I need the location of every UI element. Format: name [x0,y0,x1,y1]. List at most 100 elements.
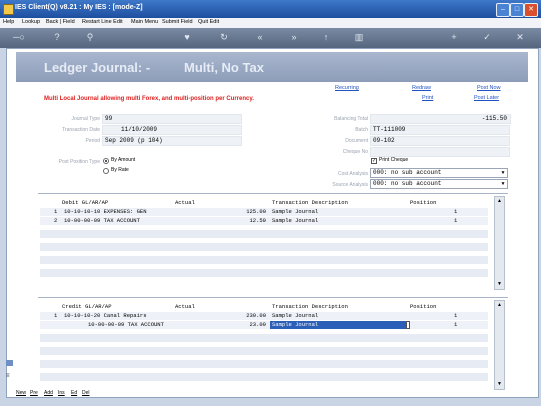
account-cell[interactable]: 10-00-00-09 TAX ACCOUNT [64,217,140,225]
upload-icon[interactable]: ↑ [319,32,333,43]
refresh-icon[interactable]: ↻ [217,32,231,43]
grip-icon[interactable]: ≡ [6,373,13,379]
description-cell[interactable]: Sample Journal [272,312,318,320]
actual-cell[interactable]: 12.50 [202,217,266,225]
menu-restart-line-edit[interactable]: Restart Line Edit [82,19,123,25]
scroll-down-icon[interactable]: ▼ [496,381,503,388]
page-title: Ledger Journal: - [44,60,151,75]
table-row[interactable]: 10-00-00-09 TAX ACCOUNT 23.00 Sample Jou… [40,321,488,329]
source-analysis-select[interactable]: 000: no sub account ▼ [370,179,508,189]
position-cell[interactable]: 1 [454,217,457,225]
actual-cell[interactable]: 230.00 [202,312,266,320]
maximize-button[interactable]: □ [510,3,524,17]
by-rate-radio[interactable] [103,168,109,174]
menu-help[interactable]: Help [3,19,14,25]
chevron-down-icon[interactable]: ▼ [500,170,506,176]
post-later-link[interactable]: Post Later [474,95,499,101]
menu-main-menu[interactable]: Main Menu [131,19,158,25]
menu-submit-field[interactable]: Submit Field [162,19,193,25]
add-link[interactable]: Add [44,390,53,396]
description-cell[interactable]: Sample Journal [272,208,318,216]
menu-quit-edit[interactable]: Quit Edit [198,19,219,25]
trash-icon[interactable]: ▥ [352,32,366,43]
account-cell[interactable]: 10-10-10-10 EXPENSES: GEN [64,208,147,216]
row-number: 2 [54,217,58,224]
ed-link[interactable]: Ed [71,390,77,396]
table-row[interactable] [40,360,488,368]
credit-scrollbar[interactable]: ▲ ▼ [494,300,505,390]
page-subtitle: Multi, No Tax [184,60,264,75]
print-cheque-checkbox[interactable]: ✓ [371,158,377,164]
credit-col-position: Position [410,303,437,310]
source-analysis-value: 000: no sub account [373,180,442,187]
post-now-link[interactable]: Post Now [477,85,501,91]
divider [38,193,508,194]
account-cell[interactable]: 10-00-00-09 TAX ACCOUNT [88,321,164,329]
journal-type-field[interactable]: 99 [102,114,242,124]
table-row[interactable] [40,373,488,381]
pre-link[interactable]: Pre [30,390,38,396]
table-row[interactable] [40,230,488,238]
credit-grid-header: Credit GL/AR/AP Actual Transaction Descr… [40,302,488,311]
cheque-no-label: Cheque No [342,149,368,155]
position-cell[interactable]: 1 [454,321,457,329]
table-row[interactable] [40,243,488,251]
table-row[interactable] [40,334,488,342]
by-amount-radio[interactable] [103,158,109,164]
new-link[interactable]: New [16,390,26,396]
actual-cell[interactable]: 125.00 [202,208,266,216]
chevron-down-icon[interactable]: ▼ [500,181,506,187]
key-icon[interactable]: ─○ [8,32,30,43]
redraw-link[interactable]: Redraw [412,85,431,91]
check-icon[interactable]: ✓ [480,32,494,43]
cheque-no-field[interactable] [370,147,510,157]
period-field[interactable]: Sep 2009 (p 104) [102,136,242,146]
table-row[interactable]: 1 10-10-10-20 Canal Repairs 230.00 Sampl… [40,312,488,320]
debit-col-description: Transaction Description [272,199,348,206]
period-label: Period [85,138,100,144]
credit-grid: Credit GL/AR/AP Actual Transaction Descr… [40,302,488,388]
position-cell[interactable]: 1 [454,312,457,320]
table-row[interactable] [40,347,488,355]
debit-scrollbar[interactable]: ▲ ▼ [494,196,505,290]
menu-back-field[interactable]: Back | Field [46,19,75,25]
transaction-date-field[interactable]: 11/10/2009 [102,125,242,135]
position-cell[interactable]: 1 [454,208,457,216]
actual-cell[interactable]: 23.00 [202,321,266,329]
ins-link[interactable]: Ins [58,390,65,396]
menu-lookup[interactable]: Lookup [22,19,40,25]
scroll-up-icon[interactable]: ▲ [496,198,503,205]
credit-col-description: Transaction Description [272,303,348,310]
credit-col-actual: Actual [175,303,195,310]
rewind-icon[interactable]: « [253,32,267,43]
scroll-down-icon[interactable]: ▼ [496,281,503,288]
batch-field[interactable]: TT-111009 [370,125,510,135]
document-field[interactable]: 09-102 [370,136,510,146]
add-icon[interactable]: + [447,32,461,43]
heart-icon[interactable]: ♥ [180,32,194,43]
table-row[interactable] [40,256,488,264]
record-nav-bar: New Pre Add Ins Ed Del [16,390,536,399]
close-icon[interactable]: ✕ [513,32,527,43]
minimize-button[interactable]: – [496,3,510,17]
scroll-up-icon[interactable]: ▲ [496,302,503,309]
row-number: 1 [54,208,58,215]
fast-forward-icon[interactable]: » [287,32,301,43]
help-icon[interactable]: ? [50,32,64,43]
account-cell[interactable]: 10-10-10-20 Canal Repairs [64,312,147,320]
table-row[interactable] [40,269,488,277]
description-cell-selected[interactable]: Sample Journal [270,321,406,329]
table-row[interactable]: 1 10-10-10-10 EXPENSES: GEN 125.00 Sampl… [40,208,488,216]
cost-analysis-select[interactable]: 000: no sub account ▼ [370,168,508,178]
description-cell[interactable]: Sample Journal [272,217,318,225]
recurring-link[interactable]: Recurring [335,85,359,91]
search-icon[interactable]: ⚲ [83,32,97,43]
document-label: Document [345,138,368,144]
close-button[interactable]: ✕ [524,3,538,17]
del-link[interactable]: Del [82,390,90,396]
table-row[interactable]: 2 10-00-00-09 TAX ACCOUNT 12.50 Sample J… [40,217,488,225]
debit-col-position: Position [410,199,437,206]
print-link[interactable]: Print [422,95,433,101]
panel-icon[interactable] [6,360,13,366]
transaction-date-label: Transaction Date [62,127,100,133]
